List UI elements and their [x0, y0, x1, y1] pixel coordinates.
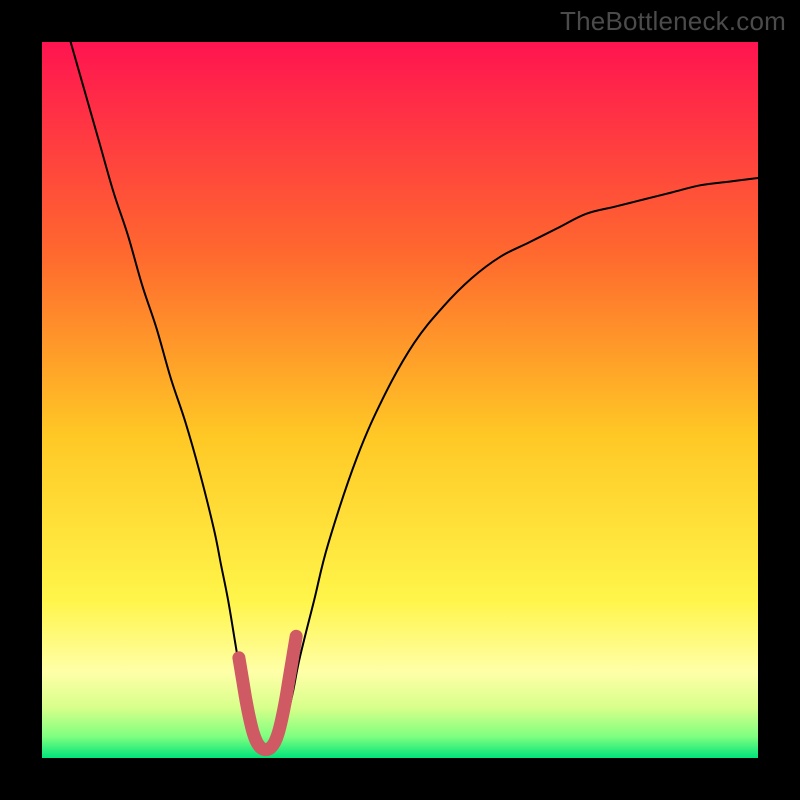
watermark-text: TheBottleneck.com	[560, 6, 786, 37]
chart-background	[42, 42, 758, 758]
chart-svg	[42, 42, 758, 758]
chart-frame: TheBottleneck.com	[0, 0, 800, 800]
chart-plot-area	[42, 42, 758, 758]
